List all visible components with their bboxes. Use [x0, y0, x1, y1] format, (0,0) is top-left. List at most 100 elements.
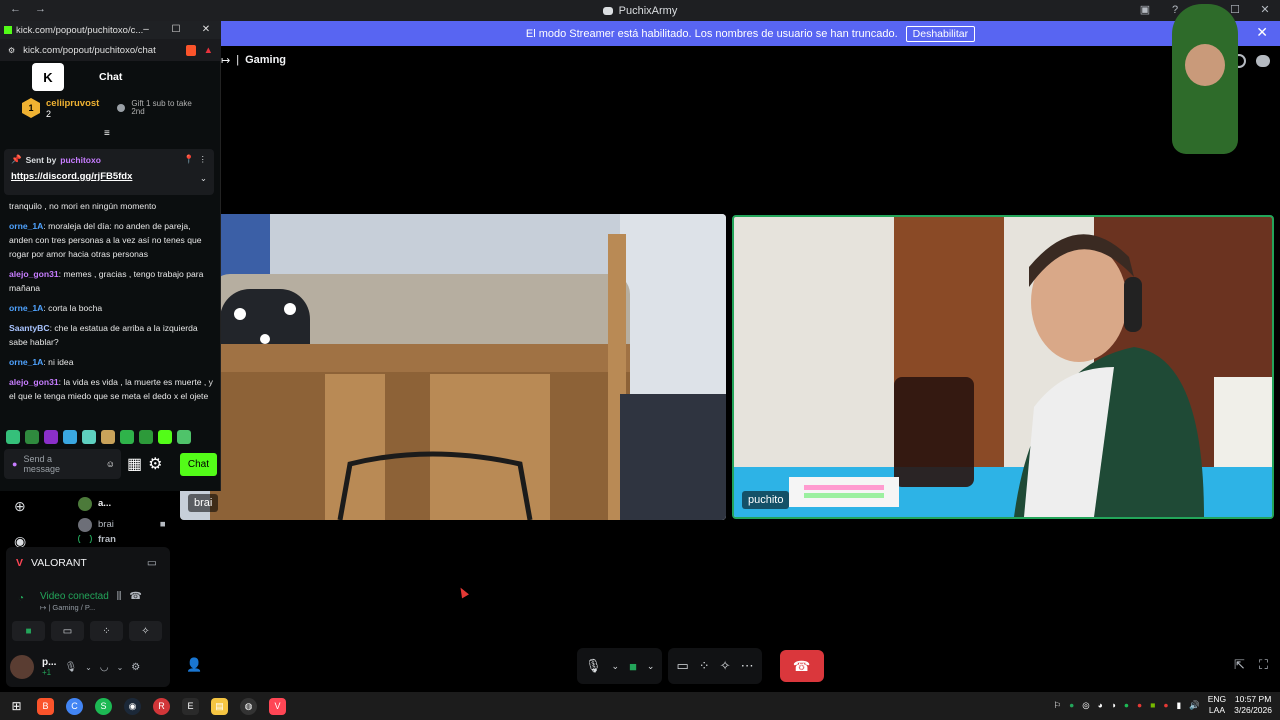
valorant-taskbar-icon[interactable]: V — [269, 697, 286, 715]
soundboard-icon[interactable]: ✧ — [720, 658, 731, 674]
spotify-icon[interactable]: S — [95, 697, 112, 715]
tray-steam-icon[interactable]: ◎ — [1082, 700, 1089, 711]
noise-suppression-icon[interactable]: ⫼ — [117, 591, 122, 602]
chat-username[interactable]: orne_1A — [9, 357, 43, 367]
voice-connection[interactable]: ◔ Video conectad ⫼ ☎ ↦ | Gaming / P... — [18, 591, 142, 612]
volume-icon[interactable]: 🔊 — [1189, 700, 1200, 711]
stream-game-icon[interactable]: ▭ — [147, 557, 157, 569]
tray-chrome-icon[interactable]: ◑ — [1111, 700, 1116, 710]
screen-share-toggle-icon[interactable]: ▭ — [51, 621, 84, 641]
voice-connection-row: ◔ Video conectad ⫼ ☎ — [18, 591, 142, 604]
user-settings-icon[interactable]: ⚙ — [131, 662, 140, 673]
chat-username[interactable]: orne_1A — [9, 303, 43, 313]
emote-icon[interactable] — [25, 430, 39, 444]
warning-icon[interactable]: ▲ — [204, 45, 213, 56]
expand-chevron-down-icon[interactable]: ⌄ — [200, 173, 207, 184]
tray-apps-icon[interactable]: ● — [1069, 700, 1074, 710]
emote-icon[interactable] — [44, 430, 58, 444]
popout-maximize-button[interactable]: ☐ — [161, 21, 191, 39]
add-server-icon[interactable]: ⊕ — [14, 498, 26, 515]
mute-options-chevron-down-icon[interactable]: ⌄ — [85, 663, 92, 672]
emoji-icon[interactable]: ☺ — [106, 459, 115, 469]
popout-url[interactable]: kick.com/popout/puchitoxo/chat — [23, 45, 156, 56]
collapse-icon[interactable]: ≡ — [104, 128, 110, 139]
disconnect-icon[interactable]: ☎ — [129, 591, 141, 602]
riot-icon[interactable]: R — [153, 697, 170, 715]
disable-streamer-mode-button[interactable]: Deshabilitar — [905, 25, 976, 42]
obs-icon[interactable]: ◍ — [240, 697, 257, 715]
inbox-icon[interactable]: ▣ — [1130, 0, 1160, 21]
tray-mic-level-icon[interactable]: ▮ — [1176, 700, 1181, 711]
epic-games-icon[interactable]: E — [182, 697, 199, 715]
user-avatar[interactable] — [10, 655, 34, 679]
steam-icon[interactable]: ◉ — [124, 697, 141, 715]
popout-minimize-button[interactable]: – — [131, 21, 161, 39]
message-input[interactable]: ● Send a message ☺ — [4, 449, 121, 479]
back-button[interactable]: ← — [10, 3, 21, 15]
emote-icon[interactable] — [139, 430, 153, 444]
video-tile-brai[interactable]: brai — [180, 214, 726, 520]
file-explorer-icon[interactable]: ▤ — [211, 697, 228, 715]
chat-username[interactable]: orne_1A — [9, 221, 43, 231]
fullscreen-icon[interactable]: ⛶ — [1259, 657, 1268, 673]
mic-options-chevron-down-icon[interactable]: ⌄ — [612, 661, 620, 672]
gifter-entry[interactable]: celiipruvost 2 — [46, 98, 99, 119]
mute-icon[interactable]: 🎙 — [64, 662, 77, 673]
popout-icon[interactable]: ⇱ — [1234, 657, 1245, 673]
brave-shield-icon[interactable] — [185, 44, 196, 56]
more-options-icon[interactable]: ⋯ — [741, 658, 754, 674]
deafen-options-chevron-down-icon[interactable]: ⌄ — [117, 663, 124, 672]
camera-options-chevron-down-icon[interactable]: ⌄ — [647, 661, 655, 672]
gift-cta[interactable]: Gift 1 sub to take 2nd — [131, 100, 201, 116]
video-tile-puchito[interactable]: puchito — [732, 215, 1274, 519]
chat-username[interactable]: alejo_gon31 — [9, 269, 59, 279]
pinned-link[interactable]: https://discord.gg/rjFB5fdx — [11, 171, 132, 184]
network-activity-icon[interactable]: ⚐ — [1053, 700, 1061, 711]
close-button[interactable]: ✕ — [1250, 0, 1280, 21]
headphones-icon[interactable]: ◡ — [100, 662, 109, 673]
emote-icon[interactable] — [63, 430, 77, 444]
camera-icon[interactable]: ■ — [629, 659, 637, 674]
emote-icon[interactable] — [177, 430, 191, 444]
add-person-icon[interactable]: 👤 — [186, 657, 202, 673]
tray-record-icon[interactable]: ● — [1163, 700, 1168, 710]
send-chat-button[interactable]: Chat — [179, 452, 217, 476]
emote-icon[interactable] — [82, 430, 96, 444]
disconnect-button[interactable]: ☎ — [779, 650, 824, 682]
popout-close-button[interactable]: ✕ — [191, 21, 221, 39]
voice-member[interactable]: a... — [78, 493, 166, 514]
tray-mic-icon[interactable]: ● — [1137, 700, 1142, 710]
site-settings-icon[interactable]: ⚙ — [8, 46, 15, 55]
pinned-more-icon[interactable]: ⋮ — [199, 154, 208, 165]
voice-member[interactable]: brai ■ — [78, 514, 166, 535]
emote-icon[interactable] — [101, 430, 115, 444]
screen-share-icon[interactable]: ▭ — [676, 658, 688, 674]
user-info[interactable]: p... +1 — [42, 657, 56, 677]
banner-close-icon[interactable]: ✕ — [1256, 24, 1268, 41]
microphone-icon[interactable]: 🎙 — [585, 658, 602, 674]
brave-icon[interactable]: B — [37, 697, 54, 715]
chat-settings-icon[interactable]: ⚙ — [148, 454, 162, 474]
chat-username[interactable]: alejo_gon31 — [9, 377, 59, 387]
gift-button-icon[interactable]: ▦ — [127, 454, 142, 474]
language-indicator[interactable]: ENG LAA — [1208, 694, 1226, 716]
activities-toggle-icon[interactable]: ⁘ — [90, 621, 123, 641]
start-icon[interactable]: ⊞ — [8, 698, 25, 715]
chrome-icon[interactable]: C — [66, 697, 83, 715]
unpin-icon[interactable]: 📍 — [184, 154, 195, 165]
emote-icon[interactable] — [6, 430, 20, 444]
forward-button[interactable]: → — [35, 3, 46, 15]
tray-discord-icon[interactable]: ◕ — [1098, 700, 1103, 710]
chat-bubble-icon[interactable] — [1256, 55, 1270, 67]
camera-toggle-icon[interactable]: ■ — [12, 621, 45, 641]
sender-name[interactable]: puchitoxo — [60, 155, 101, 165]
emote-icon[interactable] — [158, 430, 172, 444]
tray-spotify-icon[interactable]: ● — [1124, 700, 1129, 710]
chat-username[interactable]: SaantyBC — [9, 323, 50, 333]
tray-nvidia-icon[interactable]: ■ — [1150, 700, 1155, 710]
soundboard-toggle-icon[interactable]: ✧ — [129, 621, 162, 641]
clock[interactable]: 10:57 PM 3/26/2026 — [1234, 694, 1272, 716]
activities-icon[interactable]: ⁘ — [699, 658, 710, 674]
voice-member[interactable]: fran — [78, 535, 166, 543]
emote-icon[interactable] — [120, 430, 134, 444]
